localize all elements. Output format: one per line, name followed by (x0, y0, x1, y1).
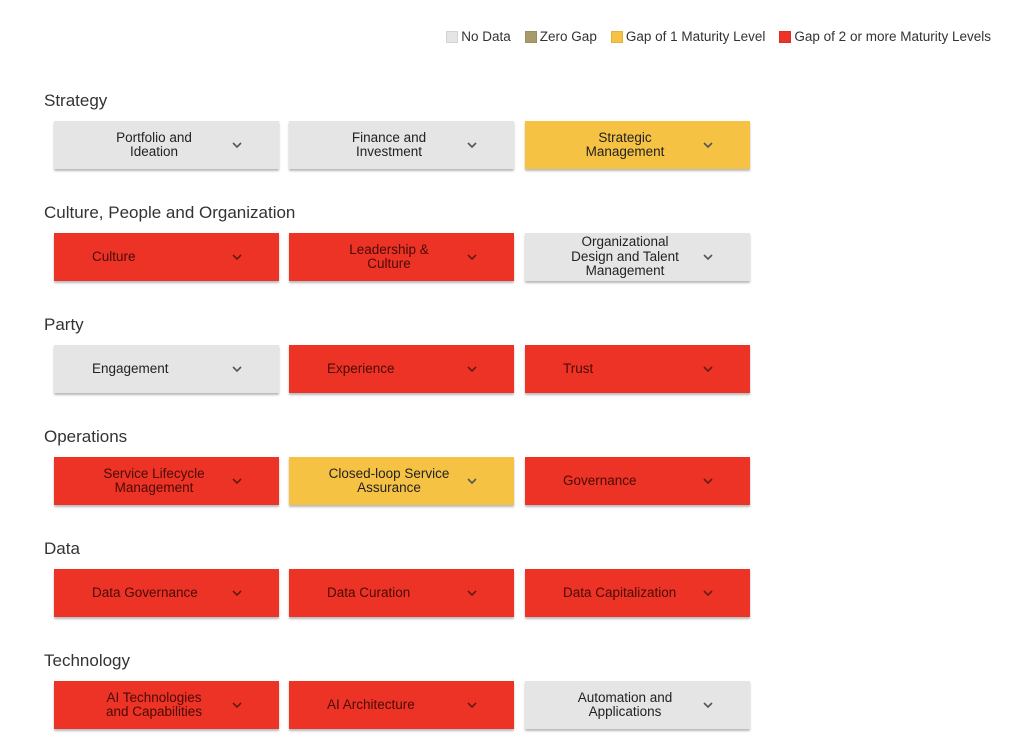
capability-dropdown[interactable]: Culture (54, 233, 279, 281)
capability-dropdown[interactable]: Automation and Applications (525, 681, 750, 729)
section-title: Technology (44, 651, 131, 670)
chevron-down-icon (467, 590, 477, 597)
capability-dropdown[interactable]: AI Technologies and Capabilities (54, 681, 279, 729)
chevron-down-icon (467, 254, 477, 261)
chevron-down-icon (703, 254, 713, 261)
capability-dropdown[interactable]: Trust (525, 345, 750, 393)
section-title: Culture, People and Organization (44, 203, 296, 222)
section-title: Operations (44, 427, 128, 446)
capability-dropdown[interactable]: Data Curation (289, 569, 514, 617)
capability-label: Leadership & Culture (349, 241, 429, 271)
chevron-down-icon (232, 478, 242, 485)
capability-dropdown[interactable]: Governance (525, 457, 750, 505)
capability-label: Culture (92, 248, 136, 264)
legend-item: No Data (446, 29, 511, 44)
capability-dropdown[interactable]: Organizational Design and Talent Managem… (525, 233, 750, 281)
capability-dropdown[interactable]: Data Governance (54, 569, 279, 617)
capability-label: Engagement (92, 360, 169, 376)
capability-label: Data Governance (92, 584, 198, 600)
legend-item: Gap of 1 Maturity Level (610, 29, 766, 44)
capability-dropdown[interactable]: Closed-loop Service Assurance (289, 457, 514, 505)
legend-swatch (610, 30, 623, 43)
capability-label: Data Capitalization (563, 584, 677, 600)
capability-dropdown[interactable]: Service Lifecycle Management (54, 457, 279, 505)
legend-item: Gap of 2 or more Maturity Levels (779, 29, 991, 44)
capability-dropdown[interactable]: Data Capitalization (525, 569, 750, 617)
capability-label: AI Technologies and Capabilities (105, 689, 203, 719)
capability-dropdown[interactable]: AI Architecture (289, 681, 514, 729)
legend-swatch (446, 30, 459, 43)
capability-dropdown[interactable]: Engagement (54, 345, 279, 393)
legend: No Data Zero Gap Gap of 1 Maturity Level Ga… (446, 29, 991, 44)
capability-label: Trust (563, 360, 594, 376)
chevron-down-icon (232, 254, 242, 261)
chevron-down-icon (703, 478, 713, 485)
capability-dropdown[interactable]: Portfolio and Ideation (54, 121, 279, 169)
capability-label: Governance (563, 472, 637, 488)
capability-dropdown[interactable]: Finance and Investment (289, 121, 514, 169)
legend-label: Zero Gap (539, 29, 597, 44)
legend-swatch (779, 30, 792, 43)
capability-label: Closed-loop Service Assurance (328, 465, 450, 495)
legend-item: Zero Gap (524, 29, 597, 44)
legend-swatch (524, 30, 537, 43)
capability-label: Service Lifecycle Management (103, 465, 205, 495)
capability-label: Organizational Design and Talent Managem… (571, 234, 679, 279)
capability-label: Automation and Applications (577, 689, 673, 719)
capability-dropdown[interactable]: Leadership & Culture (289, 233, 514, 281)
chevron-down-icon (703, 366, 713, 373)
chevron-down-icon (232, 590, 242, 597)
capability-label: Strategic Management (585, 129, 665, 159)
chevron-down-icon (232, 366, 242, 373)
chevron-down-icon (703, 590, 713, 597)
capability-label: Experience (327, 360, 395, 376)
capability-dropdown[interactable]: Strategic Management (525, 121, 750, 169)
capability-label: Portfolio and Ideation (116, 129, 192, 159)
chevron-down-icon (703, 702, 713, 709)
capability-label: Finance and Investment (351, 129, 427, 159)
capability-label: Data Curation (327, 584, 411, 600)
chevron-down-icon (467, 142, 477, 149)
chevron-down-icon (467, 702, 477, 709)
section-title: Strategy (44, 91, 108, 110)
chevron-down-icon (467, 478, 477, 485)
legend-label: No Data (461, 29, 511, 44)
legend-label: Gap of 2 or more Maturity Levels (794, 29, 991, 44)
capability-dropdown[interactable]: Experience (289, 345, 514, 393)
chevron-down-icon (232, 702, 242, 709)
chevron-down-icon (703, 142, 713, 149)
chevron-down-icon (232, 142, 242, 149)
capability-label: AI Architecture (327, 696, 415, 712)
legend-label: Gap of 1 Maturity Level (625, 29, 766, 44)
section-title: Party (44, 315, 84, 334)
section-title: Data (44, 539, 80, 558)
chevron-down-icon (467, 366, 477, 373)
